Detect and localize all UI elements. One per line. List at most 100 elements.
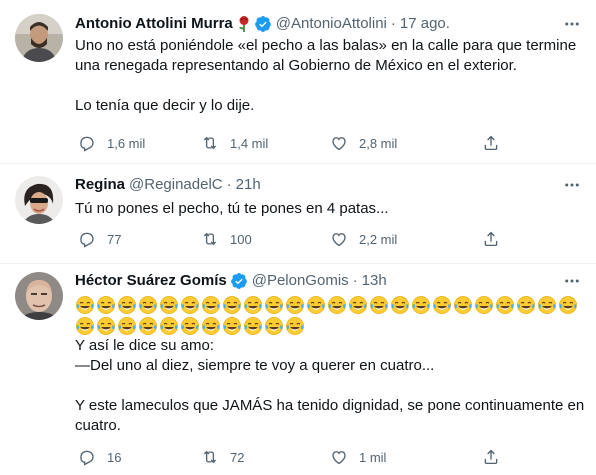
reply-count: 77 [107, 231, 122, 247]
reply-icon [80, 136, 94, 152]
author-name[interactable]: Antonio Attolini Murra [75, 14, 233, 34]
tweet-text-line: una renegada representando al Gobierno d… [75, 57, 517, 74]
tweet-text-line: —Del uno al diez, siempre te voy a quere… [75, 357, 435, 374]
author-name[interactable]: Héctor Suárez Gomís [75, 271, 227, 291]
tears-of-joy-emoji-icon [243, 316, 263, 336]
tweet[interactable]: Antonio Attolini Murra @AntonioAttolini … [0, 0, 596, 164]
timestamp[interactable]: 17 ago. [400, 14, 450, 34]
tears-of-joy-emoji-icon [264, 316, 284, 336]
tweet-actions: 77 100 2,2 mil [75, 228, 505, 250]
tweet[interactable]: Héctor Suárez Gomís @PelonGomis · 13h Y … [0, 264, 596, 475]
rose-icon [237, 15, 251, 33]
like-count: 1 mil [359, 449, 387, 465]
tears-of-joy-emoji-icon [75, 316, 95, 336]
tears-of-joy-emoji-icon [75, 295, 95, 315]
emoji-row [75, 294, 580, 315]
share-button[interactable] [482, 228, 500, 250]
tweet-actions: 1,6 mil 1,4 mil 2,8 mil [75, 132, 505, 154]
tweet-text: Uno no está poniéndole «el pecho a las b… [75, 36, 580, 116]
avatar[interactable] [15, 14, 63, 62]
tweet-text: Y así le dice su amo: —Del uno al diez, … [75, 294, 584, 436]
separator-dot: · [352, 272, 358, 289]
emoji-row [75, 315, 580, 336]
share-button[interactable] [482, 132, 500, 154]
tweet-text: Tú no pones el pecho, tú te pones en 4 p… [75, 199, 580, 219]
timestamp[interactable]: 21h [236, 175, 261, 195]
heart-icon [332, 451, 346, 465]
tears-of-joy-emoji-icon [117, 295, 137, 315]
tweet[interactable]: Regina @ReginadelC · 21h Tú no pones el … [0, 164, 596, 264]
tears-of-joy-emoji-icon [117, 316, 137, 336]
tears-of-joy-emoji-icon [138, 316, 158, 336]
tears-of-joy-emoji-icon [159, 295, 179, 315]
tweet-text-line [75, 376, 580, 396]
avatar[interactable] [15, 272, 63, 320]
heart-icon [332, 137, 346, 151]
tears-of-joy-emoji-icon [180, 295, 200, 315]
retweet-icon [203, 136, 217, 150]
tears-of-joy-emoji-icon [222, 316, 242, 336]
tears-of-joy-emoji-icon [453, 295, 473, 315]
separator-dot: · [390, 15, 396, 32]
tweet-text-line: cuatro. [75, 417, 121, 434]
heart-icon [332, 233, 346, 247]
retweet-icon [203, 232, 217, 246]
retweet-button[interactable]: 1,4 mil [201, 132, 268, 154]
share-icon [484, 231, 498, 247]
tears-of-joy-emoji-icon [348, 295, 368, 315]
reply-count: 16 [107, 449, 122, 465]
timestamp[interactable]: 13h [362, 271, 387, 291]
tears-of-joy-emoji-icon [537, 295, 557, 315]
tears-of-joy-emoji-icon [243, 295, 263, 315]
like-count: 2,2 mil [359, 231, 398, 247]
tears-of-joy-emoji-icon [306, 295, 326, 315]
reply-button[interactable]: 16 [78, 446, 121, 468]
tweet-header: Antonio Attolini Murra @AntonioAttolini … [75, 14, 556, 34]
reply-icon [80, 232, 94, 248]
more-options-icon[interactable] [562, 175, 582, 195]
tears-of-joy-emoji-icon [222, 295, 242, 315]
tears-of-joy-emoji-icon [558, 295, 578, 315]
share-icon [484, 449, 498, 465]
retweet-button[interactable]: 72 [201, 446, 244, 468]
tears-of-joy-emoji-icon [327, 295, 347, 315]
tears-of-joy-emoji-icon [96, 295, 116, 315]
tweet-header: Héctor Suárez Gomís @PelonGomis · 13h [75, 271, 556, 291]
like-button[interactable]: 1 mil [330, 446, 386, 468]
more-options-icon[interactable] [562, 14, 582, 34]
tears-of-joy-emoji-icon [495, 295, 515, 315]
separator-dot: · [226, 176, 232, 193]
tears-of-joy-emoji-icon [201, 316, 221, 336]
reply-button[interactable]: 1,6 mil [78, 132, 145, 154]
verified-badge-icon [254, 15, 272, 33]
tears-of-joy-emoji-icon [432, 295, 452, 315]
tears-of-joy-emoji-icon [390, 295, 410, 315]
tweet-text-line: Y así le dice su amo: [75, 337, 214, 354]
like-count: 2,8 mil [359, 135, 398, 151]
tears-of-joy-emoji-icon [411, 295, 431, 315]
tears-of-joy-emoji-icon [138, 295, 158, 315]
tears-of-joy-emoji-icon [201, 295, 221, 315]
avatar[interactable] [15, 176, 63, 224]
retweet-button[interactable]: 100 [201, 228, 252, 250]
tears-of-joy-emoji-icon [369, 295, 389, 315]
verified-badge-icon [230, 272, 248, 290]
author-handle[interactable]: @AntonioAttolini [276, 14, 387, 34]
tweet-text-line: Lo tenía que decir y lo dije. [75, 97, 255, 114]
tears-of-joy-emoji-icon [516, 295, 536, 315]
author-name[interactable]: Regina [75, 175, 125, 195]
reply-button[interactable]: 77 [78, 228, 121, 250]
tweet-text-line [75, 76, 580, 96]
tears-of-joy-emoji-icon [264, 295, 284, 315]
tears-of-joy-emoji-icon [96, 316, 116, 336]
like-button[interactable]: 2,2 mil [330, 228, 397, 250]
author-handle[interactable]: @PelonGomis [252, 271, 349, 291]
retweet-icon [203, 450, 217, 464]
tweet-header: Regina @ReginadelC · 21h [75, 175, 556, 195]
retweet-count: 1,4 mil [230, 135, 269, 151]
share-button[interactable] [482, 446, 500, 468]
more-options-icon[interactable] [562, 271, 582, 291]
like-button[interactable]: 2,8 mil [330, 132, 397, 154]
author-handle[interactable]: @ReginadelC [129, 175, 223, 195]
share-icon [484, 135, 498, 151]
